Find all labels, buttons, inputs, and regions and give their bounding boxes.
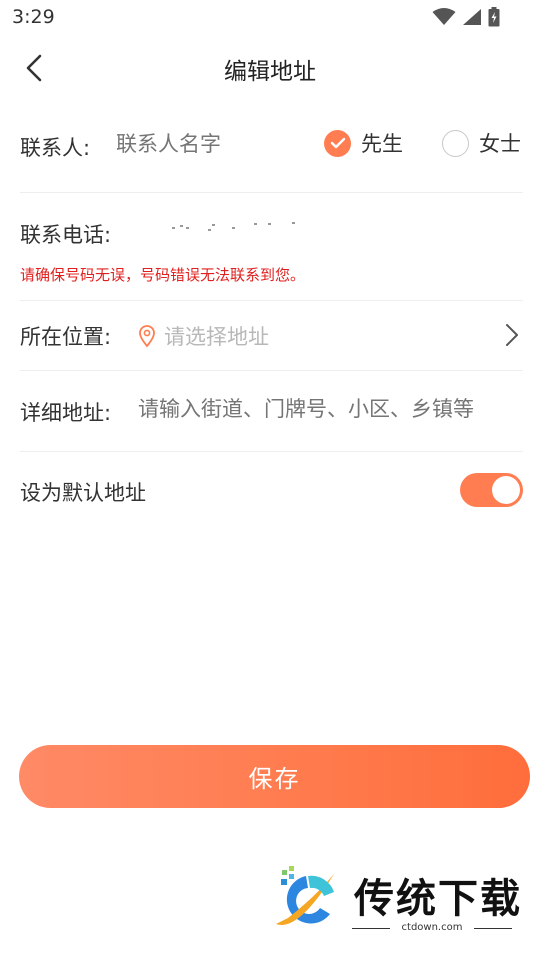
page-title: 编辑地址 (224, 59, 316, 85)
chevron-right-icon[interactable] (505, 323, 519, 347)
cellular-signal-icon (463, 9, 481, 25)
location-placeholder: 请选择地址 (164, 325, 269, 349)
default-address-toggle[interactable] (460, 473, 523, 507)
phone-warning: 请确保号码无误，号码错误无法联系到您。 (20, 266, 306, 284)
contact-row: 联系人: 先生 女士 (20, 100, 523, 193)
radio-unchecked-icon (442, 129, 469, 157)
contact-name-input[interactable] (116, 132, 306, 156)
gender-option-mr[interactable]: 先生 (324, 128, 403, 158)
battery-icon (488, 7, 500, 27)
gender-option-mr-label: 先生 (361, 132, 403, 156)
phone-row: 联系电话: 请确保号码无误，号码错误无法联系到您。 (20, 193, 523, 301)
location-row: 所在位置: 请选择地址 (20, 301, 523, 371)
detail-address-input[interactable] (138, 397, 523, 421)
toggle-knob (492, 476, 520, 504)
contact-label: 联系人: (20, 136, 91, 160)
save-button[interactable]: 保存 (19, 745, 530, 808)
phone-input[interactable] (150, 215, 310, 239)
watermark-domain: ctdown.com (352, 922, 512, 933)
watermark-title: 传统下载 (354, 876, 522, 922)
default-address-label: 设为默认地址 (20, 481, 146, 505)
status-icons (432, 7, 500, 27)
status-time: 3:29 (12, 6, 55, 28)
phone-label: 联系电话: (20, 223, 112, 247)
gender-option-ms-label: 女士 (479, 132, 521, 156)
check-icon (330, 137, 345, 149)
location-picker[interactable]: 请选择地址 (138, 321, 269, 351)
watermark-logo: 传统下载 ctdown.com (268, 860, 520, 940)
gender-option-ms[interactable]: 女士 (442, 128, 521, 158)
radio-checked-icon (324, 129, 351, 157)
detail-address-row: 详细地址: (20, 371, 523, 452)
location-label: 所在位置: (20, 325, 112, 349)
default-address-row: 设为默认地址 (20, 452, 523, 526)
logo-icon (276, 866, 334, 925)
status-bar: 3:29 (0, 0, 540, 36)
detail-address-label: 详细地址: (20, 401, 112, 425)
location-pin-icon (139, 325, 155, 348)
nav-bar: 编辑地址 (0, 40, 540, 96)
wifi-icon (432, 8, 456, 25)
